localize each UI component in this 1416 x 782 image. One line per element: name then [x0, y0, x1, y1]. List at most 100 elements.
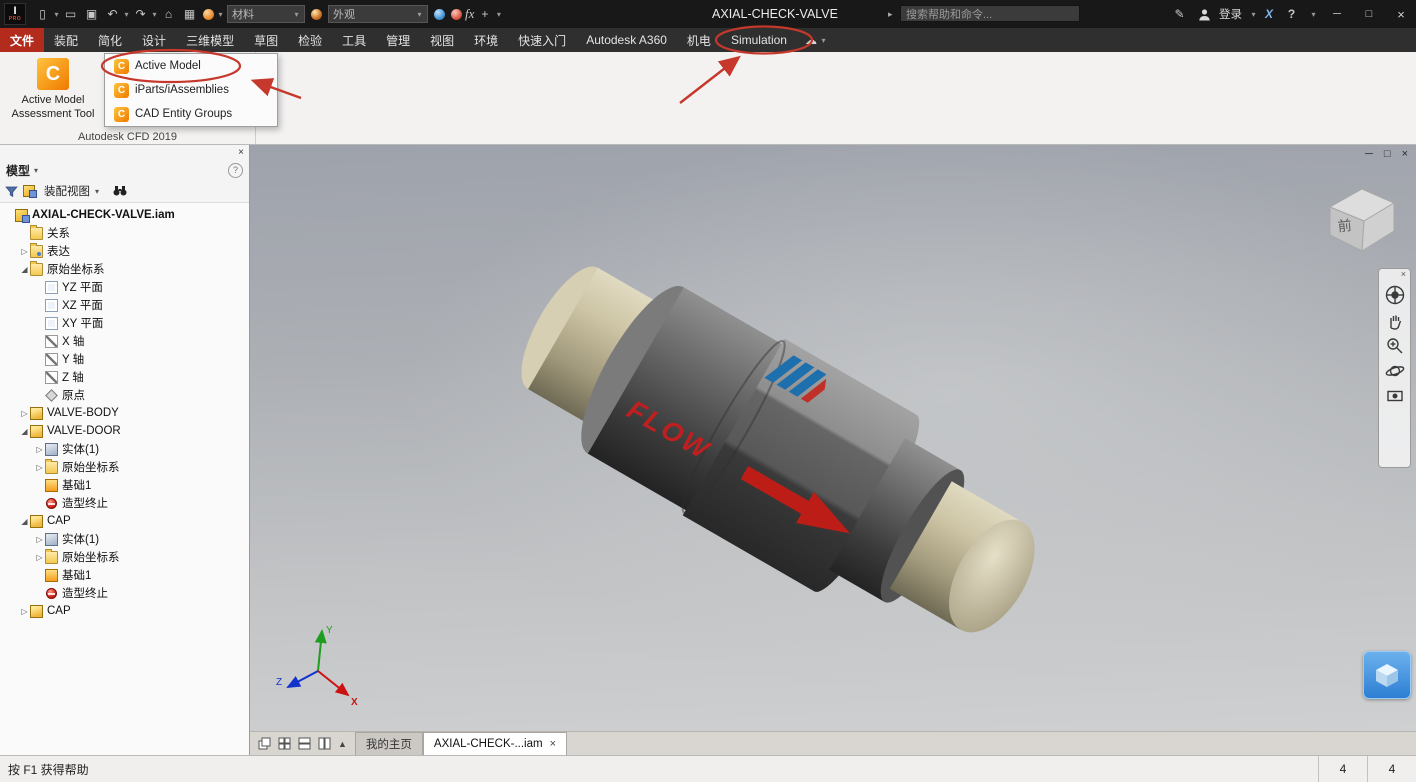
- document-tab-2[interactable]: AXIAL-CHECK-...iam ×: [422, 732, 567, 755]
- valve-3d-model[interactable]: FLOW: [250, 145, 1416, 731]
- tree-expander-icon[interactable]: ◢: [19, 265, 30, 274]
- undo-icon[interactable]: ↶: [102, 7, 123, 21]
- tree-item-root-assembly[interactable]: AXIAL-CHECK-VALVE.iam: [0, 206, 249, 224]
- tree-expander-icon[interactable]: ▷: [19, 607, 30, 616]
- window-tile-icon[interactable]: [278, 737, 291, 750]
- new-file-caret-icon[interactable]: ▾: [53, 10, 60, 19]
- browser-close-icon[interactable]: ×: [238, 147, 244, 158]
- doc-restore-icon[interactable]: □: [1384, 148, 1391, 160]
- tree-item-yz-plane[interactable]: YZ 平面: [0, 278, 249, 296]
- ribbon-tab-tools[interactable]: 工具: [332, 28, 376, 52]
- person-icon[interactable]: [1198, 8, 1211, 21]
- cloud-menu-button[interactable]: ☁ ▾: [797, 28, 835, 52]
- active-model-assessment-tool-button[interactable]: C Active Model Assessment Tool: [4, 54, 102, 130]
- ribbon-tab-design[interactable]: 设计: [132, 28, 176, 52]
- tree-item-valve-door-base-feature[interactable]: 基础1: [0, 476, 249, 494]
- redo-icon[interactable]: ↷: [130, 7, 151, 21]
- look-at-icon[interactable]: [1385, 386, 1405, 406]
- help-caret-icon[interactable]: ▾: [1310, 10, 1317, 19]
- doc-minimize-icon[interactable]: ─: [1365, 148, 1373, 160]
- window-cascade-icon[interactable]: [258, 737, 271, 750]
- ribbon-tab-sketch[interactable]: 草图: [244, 28, 288, 52]
- tree-expander-icon[interactable]: ◢: [19, 427, 30, 436]
- window-tile-horizontal-icon[interactable]: [298, 737, 311, 750]
- measure-plus-icon[interactable]: +: [474, 7, 495, 21]
- ribbon-tab-assemble[interactable]: 装配: [44, 28, 88, 52]
- tree-expander-icon[interactable]: ▷: [19, 409, 30, 418]
- save-icon[interactable]: ▣: [81, 7, 102, 21]
- qat-caret-icon[interactable]: ▾: [495, 10, 502, 19]
- document-tab-1[interactable]: 我的主页: [354, 732, 423, 755]
- tree-item-cap-1[interactable]: ◢ CAP: [0, 512, 249, 530]
- tree-item-cap-1-base-feature[interactable]: 基础1: [0, 566, 249, 584]
- open-icon[interactable]: ▭: [60, 7, 81, 21]
- tree-item-valve-door-end-of-part[interactable]: 造型终止: [0, 494, 249, 512]
- inventor-logo[interactable]: I PRO: [4, 3, 26, 25]
- new-file-icon[interactable]: ▯: [32, 7, 53, 21]
- tab-close-icon[interactable]: ×: [550, 738, 556, 750]
- undo-caret-icon[interactable]: ▾: [123, 10, 130, 19]
- sign-in-button[interactable]: 登录: [1219, 6, 1242, 22]
- flyout-item-1[interactable]: C Active Model: [105, 54, 277, 78]
- tree-item-x-axis[interactable]: X 轴: [0, 332, 249, 350]
- tree-expander-icon[interactable]: ▷: [34, 535, 45, 544]
- ribbon-tab-a360[interactable]: Autodesk A360: [576, 28, 677, 52]
- ribbon-tab-simplify[interactable]: 简化: [88, 28, 132, 52]
- ribbon-tab-simulation[interactable]: Simulation: [721, 28, 797, 52]
- ribbon-tab-manage[interactable]: 管理: [376, 28, 420, 52]
- doc-close-icon[interactable]: ×: [1402, 148, 1408, 160]
- browser-title-caret-icon[interactable]: ▾: [34, 166, 38, 175]
- pan-icon[interactable]: [1385, 311, 1405, 331]
- parameters-fx-icon[interactable]: fx: [465, 6, 474, 22]
- material-ball-icon[interactable]: [203, 8, 214, 20]
- tree-item-cap-1-end-of-part[interactable]: 造型终止: [0, 584, 249, 602]
- breadcrumb-arrow-icon[interactable]: ▸: [888, 9, 893, 20]
- tree-item-origin-folder[interactable]: ◢ 原始坐标系: [0, 260, 249, 278]
- ribbon-tab-file[interactable]: 文件: [0, 28, 45, 52]
- window-minimize-button[interactable]: ─: [1325, 8, 1349, 20]
- sign-in-caret-icon[interactable]: ▾: [1250, 10, 1257, 19]
- help-icon[interactable]: ?: [1281, 7, 1302, 21]
- search-browser-icon[interactable]: [112, 185, 128, 197]
- filter-icon[interactable]: [5, 185, 18, 198]
- tree-item-z-axis[interactable]: Z 轴: [0, 368, 249, 386]
- view-selector-caret-icon[interactable]: ▾: [95, 187, 99, 196]
- ribbon-tab-model-3d[interactable]: 三维模型: [176, 28, 244, 52]
- tree-item-origin-point[interactable]: 原点: [0, 386, 249, 404]
- render-icon[interactable]: ▦: [179, 7, 200, 21]
- tree-item-valve-door-solid[interactable]: ▷ 实体(1): [0, 440, 249, 458]
- redo-caret-icon[interactable]: ▾: [151, 10, 158, 19]
- orbit-icon[interactable]: [1385, 361, 1405, 381]
- flyout-item-2[interactable]: CiParts/iAssemblies: [105, 78, 277, 102]
- view-cube[interactable]: 前: [1318, 179, 1404, 257]
- tree-item-valve-body[interactable]: ▷ VALVE-BODY: [0, 404, 249, 422]
- material-caret-icon[interactable]: ▾: [217, 10, 224, 19]
- browser-help-icon[interactable]: ?: [228, 162, 243, 178]
- ribbon-tab-get-started[interactable]: 快速入门: [508, 28, 576, 52]
- tree-item-y-axis[interactable]: Y 轴: [0, 350, 249, 368]
- flyout-item-3[interactable]: C CAD Entity Groups: [105, 102, 277, 126]
- zoom-icon[interactable]: [1385, 336, 1405, 356]
- tree-item-xz-plane[interactable]: XZ 平面: [0, 296, 249, 314]
- tree-item-relationships-folder[interactable]: 关系: [0, 224, 249, 242]
- navbar-close-icon[interactable]: ×: [1401, 270, 1410, 279]
- search-input[interactable]: 搜索帮助和命令...: [900, 5, 1080, 22]
- material-combo[interactable]: 材料 ▾: [227, 5, 305, 23]
- tree-item-cap-1-solid[interactable]: ▷ 实体(1): [0, 530, 249, 548]
- tree-expander-icon[interactable]: ▷: [34, 445, 45, 454]
- window-close-button[interactable]: ×: [1389, 7, 1413, 22]
- view-cube-face-label[interactable]: 前: [1337, 217, 1353, 234]
- collapse-docbar-icon[interactable]: ▲: [338, 739, 347, 749]
- tree-item-valve-door[interactable]: ◢ VALVE-DOOR: [0, 422, 249, 440]
- appearance-search-icon[interactable]: [451, 8, 462, 20]
- appearance-ball-icon[interactable]: [311, 8, 322, 20]
- tree-expander-icon[interactable]: ▷: [34, 553, 45, 562]
- tree-item-representations-folder[interactable]: ▷ 表达: [0, 242, 249, 260]
- ribbon-tab-view[interactable]: 视图: [420, 28, 464, 52]
- view-selector-label[interactable]: 装配视图: [44, 183, 90, 199]
- tree-item-cap-1-origin[interactable]: ▷ 原始坐标系: [0, 548, 249, 566]
- viewport-3d[interactable]: FLOW ─ □ × 前 × Y X Z: [250, 145, 1416, 731]
- ribbon-tab-electromechanical[interactable]: 机电: [677, 28, 721, 52]
- tree-item-valve-door-origin[interactable]: ▷ 原始坐标系: [0, 458, 249, 476]
- tree-expander-icon[interactable]: ▷: [19, 247, 30, 256]
